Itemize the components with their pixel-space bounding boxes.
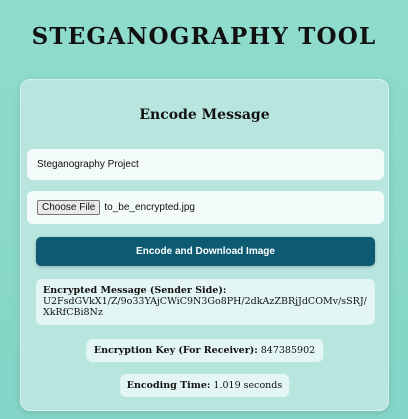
choose-file-button[interactable]: Choose File <box>37 200 101 215</box>
encode-download-button[interactable]: Encode and Download Image <box>36 237 375 266</box>
encode-heading: Encode Message <box>139 107 270 123</box>
encryption-key-box: Encryption Key (For Receiver): 847385902 <box>85 339 324 362</box>
encryption-key-label: Encryption Key (For Receiver): <box>93 345 258 356</box>
encoding-time-label: Encoding Time: <box>126 380 211 391</box>
encode-card: Encode Message Choose File to_be_encrypt… <box>20 79 389 411</box>
message-input[interactable] <box>27 149 384 180</box>
encryption-key-value: 847385902 <box>260 345 316 356</box>
encoding-time-box: Encoding Time: 1.019 seconds <box>119 374 290 397</box>
encrypted-message-value: U2FsdGVkX1/Z/9o33YAjCWiC9N3Go8PH/2dkAzZB… <box>43 296 367 318</box>
page-title: STEGANOGRAPHY TOOL <box>31 23 377 50</box>
encoding-time-value: 1.019 seconds <box>213 380 283 391</box>
file-input[interactable]: Choose File to_be_encrypted.jpg <box>27 191 384 224</box>
encrypted-message-label: Encrypted Message (Sender Side): <box>43 285 227 296</box>
selected-file-name: to_be_encrypted.jpg <box>104 202 195 213</box>
encrypted-message-box: Encrypted Message (Sender Side): U2FsdGV… <box>36 279 375 325</box>
